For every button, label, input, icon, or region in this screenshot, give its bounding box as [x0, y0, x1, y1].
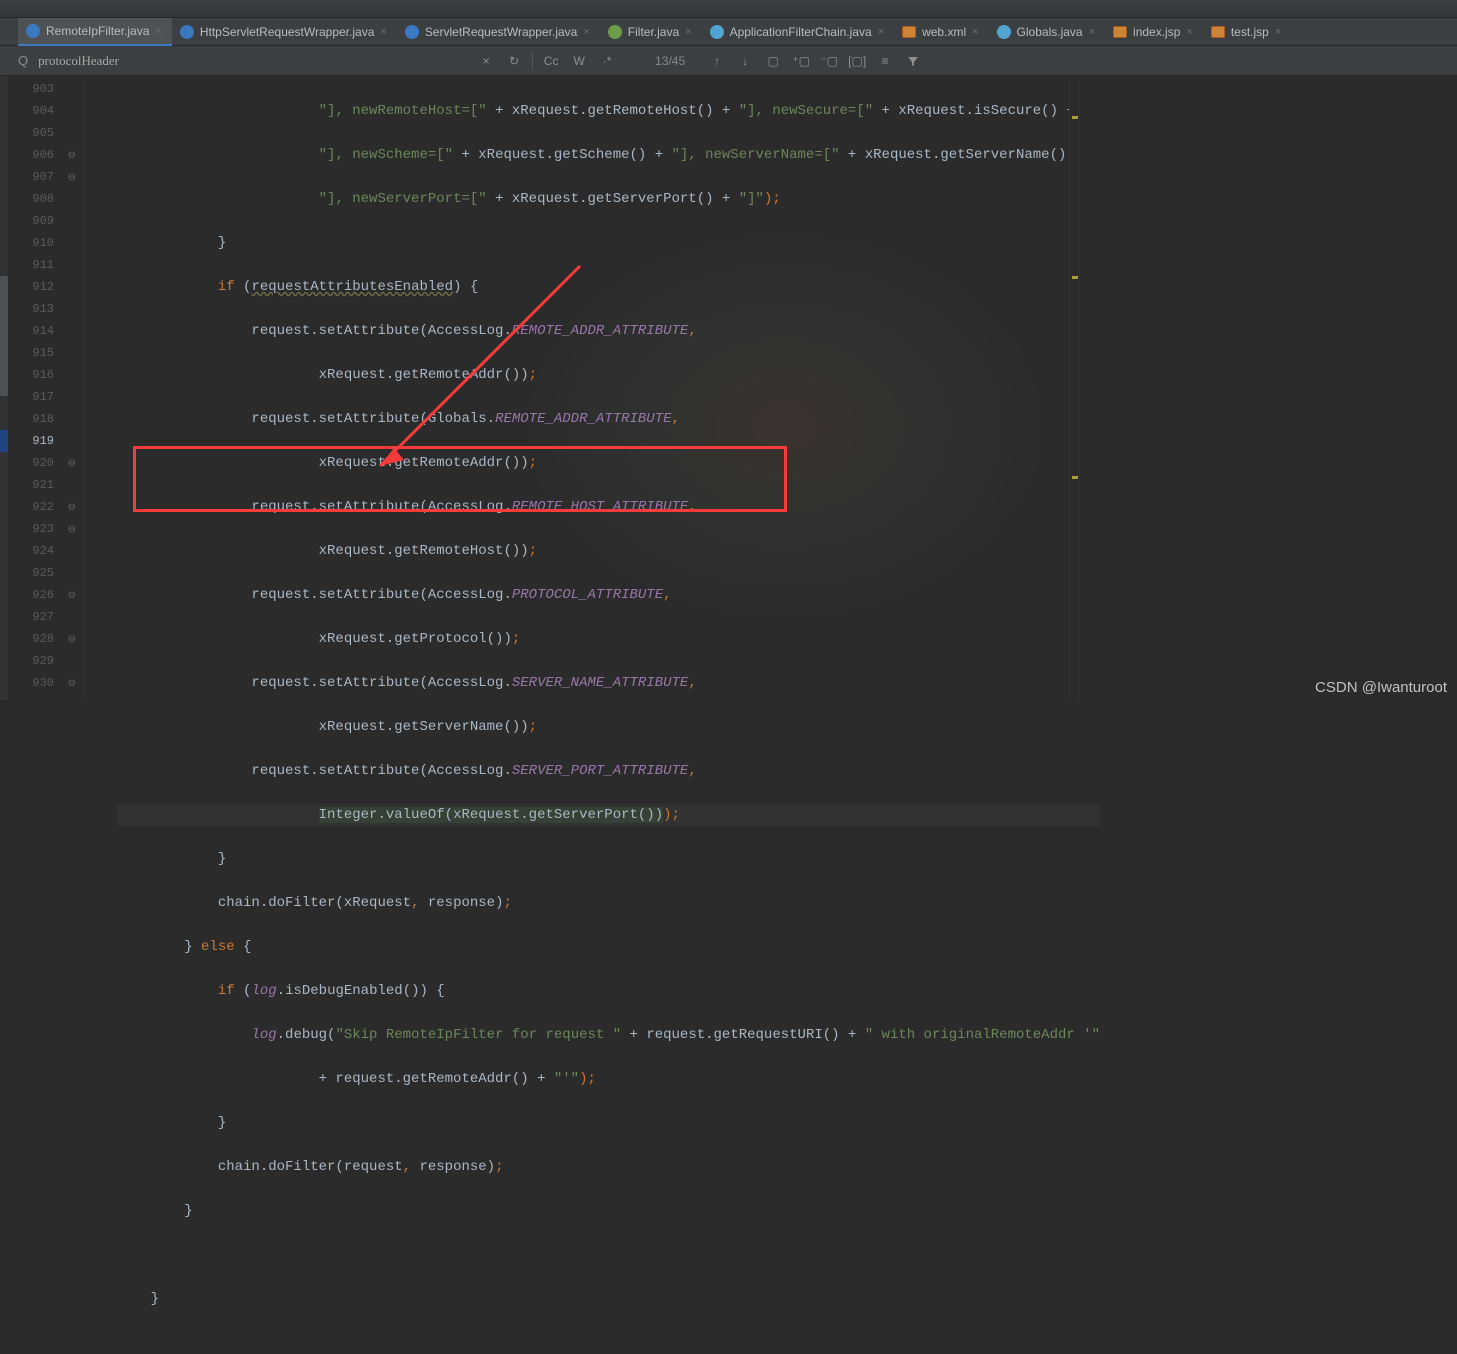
find-toolbar: Q × ↻ Cc W ·* 13/45 ↑ ↓ ▢ ⁺▢ ⁻▢ [▢] ≡: [0, 46, 1457, 76]
history-button[interactable]: ↻: [504, 51, 524, 71]
java-class-icon: [26, 24, 40, 38]
gutter[interactable]: 903904905906⊖907⊖90890991091191291391491…: [0, 76, 85, 700]
tab-indexjsp[interactable]: index.jsp×: [1105, 18, 1203, 46]
right-panel-empty: [1079, 76, 1457, 700]
close-tab-icon[interactable]: ×: [583, 26, 589, 38]
java-class-icon: [180, 25, 194, 39]
error-stripe[interactable]: [1069, 76, 1079, 700]
prev-match-button[interactable]: ↑: [707, 51, 727, 71]
tab-servletrequestwrapper[interactable]: ServletRequestWrapper.java×: [397, 18, 600, 46]
tab-applicationfilterchain[interactable]: ApplicationFilterChain.java×: [702, 18, 895, 46]
code-content[interactable]: "], newRemoteHost=[" + xRequest.getRemot…: [117, 78, 1100, 1354]
xml-file-icon: [902, 26, 916, 38]
editor-area[interactable]: 903904905906⊖907⊖90890991091191291391491…: [0, 76, 1457, 700]
watermark-text: CSDN @Iwanturoot: [1315, 679, 1447, 696]
annotation-highlight-box: [133, 446, 787, 512]
remove-selection-button[interactable]: ⁻▢: [819, 51, 839, 71]
java-class-icon: [710, 25, 724, 39]
indent-button[interactable]: ≡: [875, 51, 895, 71]
clear-search-button[interactable]: ×: [476, 51, 496, 71]
tab-filter[interactable]: Filter.java×: [600, 18, 702, 46]
tab-remoteipfilter[interactable]: RemoteIpFilter.java×: [18, 18, 172, 46]
add-selection-button[interactable]: ⁺▢: [791, 51, 811, 71]
match-case-button[interactable]: Cc: [541, 51, 561, 71]
marker[interactable]: [1072, 476, 1078, 479]
close-tab-icon[interactable]: ×: [1089, 26, 1095, 38]
tab-httpservletrequestwrapper[interactable]: HttpServletRequestWrapper.java×: [172, 18, 397, 46]
regex-button[interactable]: ·*: [597, 51, 617, 71]
jsp-file-icon: [1113, 26, 1127, 38]
close-tab-icon[interactable]: ×: [878, 26, 884, 38]
window-titlebar: [0, 0, 1457, 18]
next-match-button[interactable]: ↓: [735, 51, 755, 71]
marker[interactable]: [1072, 276, 1078, 279]
toggle-selection-button[interactable]: [▢]: [847, 51, 867, 71]
close-tab-icon[interactable]: ×: [380, 26, 386, 38]
editor-tabs: RemoteIpFilter.java× HttpServletRequestW…: [0, 18, 1457, 46]
tab-globals[interactable]: Globals.java×: [989, 18, 1105, 46]
jsp-file-icon: [1211, 26, 1225, 38]
select-all-button[interactable]: ▢: [763, 51, 783, 71]
close-tab-icon[interactable]: ×: [1275, 26, 1281, 38]
close-tab-icon[interactable]: ×: [685, 26, 691, 38]
search-input[interactable]: [38, 53, 468, 69]
close-tab-icon[interactable]: ×: [1186, 26, 1192, 38]
close-tab-icon[interactable]: ×: [972, 26, 978, 38]
search-icon: Q: [18, 53, 28, 68]
filter-button[interactable]: [903, 51, 923, 71]
match-count: 13/45: [655, 54, 685, 68]
marker[interactable]: [1072, 116, 1078, 119]
java-interface-icon: [608, 25, 622, 39]
java-class-icon: [997, 25, 1011, 39]
tab-testjsp[interactable]: test.jsp×: [1203, 18, 1291, 46]
tab-webxml[interactable]: web.xml×: [894, 18, 988, 46]
close-tab-icon[interactable]: ×: [155, 25, 161, 37]
whole-word-button[interactable]: W: [569, 51, 589, 71]
separator: [532, 52, 533, 70]
java-class-icon: [405, 25, 419, 39]
